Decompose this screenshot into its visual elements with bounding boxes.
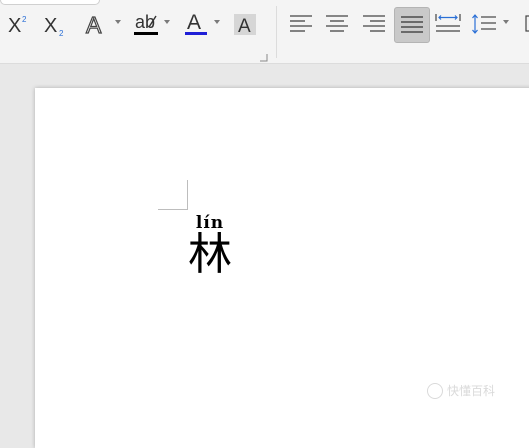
character-shading-button[interactable]: A (233, 9, 257, 39)
group-divider (276, 6, 277, 58)
character-shading-icon: A (233, 11, 257, 37)
ribbon-tab-edge (0, 0, 100, 5)
highlight-icon: ab (133, 10, 161, 38)
align-left-button[interactable] (287, 9, 315, 39)
distributed-align-button[interactable] (434, 9, 462, 39)
distributed-align-icon (435, 13, 461, 35)
chinese-character: 林 (188, 229, 232, 280)
align-right-icon (362, 14, 386, 34)
svg-text:2: 2 (59, 29, 64, 37)
text-effect-button[interactable]: A (83, 9, 109, 39)
phonetic-guide-text[interactable]: lín 林 (186, 213, 234, 279)
align-right-button[interactable] (360, 9, 388, 39)
ribbon-toolbar: X 2 X 2 A ab A A (0, 0, 529, 64)
watermark: 快懂百科 (427, 382, 495, 399)
text-effect-icon: A (83, 11, 109, 37)
subscript-button[interactable]: X 2 (42, 9, 70, 39)
page-margin-corner-mark (158, 180, 188, 210)
highlight-button[interactable]: ab (133, 9, 161, 39)
subscript-icon: X 2 (42, 11, 70, 37)
paragraph-settings-icon (521, 14, 529, 34)
font-color-icon: A (183, 10, 209, 38)
align-left-icon (289, 14, 313, 34)
svg-text:A: A (238, 16, 251, 37)
justify-icon (400, 15, 424, 35)
watermark-text: 快懂百科 (447, 384, 496, 398)
line-spacing-button[interactable] (470, 9, 498, 39)
highlight-dropdown[interactable] (164, 20, 170, 24)
superscript-icon: X 2 (6, 11, 34, 37)
line-spacing-dropdown[interactable] (503, 20, 509, 24)
paragraph-settings-button[interactable] (521, 9, 529, 39)
svg-text:2: 2 (22, 15, 27, 24)
text-effect-dropdown[interactable] (115, 20, 121, 24)
font-color-button[interactable]: A (183, 9, 209, 39)
svg-text:A: A (86, 12, 102, 37)
justify-button[interactable] (394, 7, 430, 43)
watermark-logo-icon (427, 382, 443, 399)
align-center-button[interactable] (323, 9, 351, 39)
line-spacing-icon (471, 13, 497, 35)
svg-text:A: A (187, 11, 201, 34)
font-color-dropdown[interactable] (214, 20, 220, 24)
svg-text:X: X (44, 15, 57, 37)
align-center-icon (325, 14, 349, 34)
superscript-button[interactable]: X 2 (6, 9, 34, 39)
svg-text:X: X (8, 15, 21, 37)
